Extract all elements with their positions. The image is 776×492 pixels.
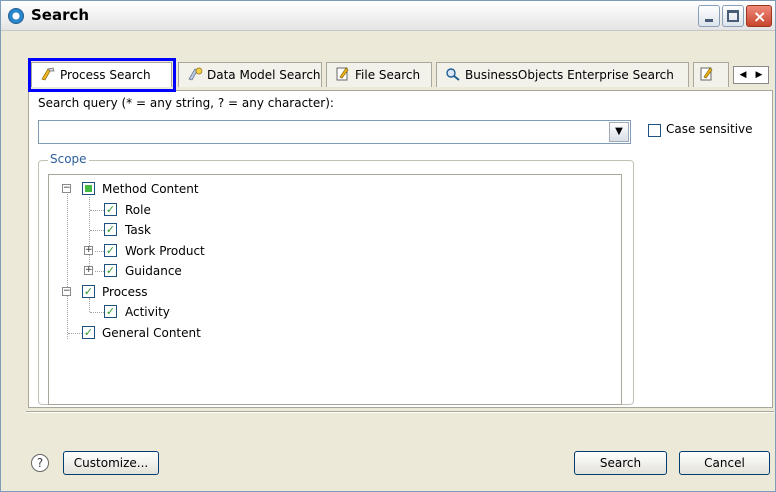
maximize-button[interactable] (722, 5, 744, 27)
case-sensitive-label: Case sensitive (666, 122, 753, 136)
expand-icon[interactable]: + (84, 246, 93, 255)
tab-businessobjects-enterprise-search[interactable]: BusinessObjects Enterprise Search (436, 62, 689, 87)
tree-item-task[interactable]: ✓ Task (104, 221, 224, 239)
search-query-combobox[interactable]: ▼ (38, 120, 631, 144)
collapse-icon[interactable]: − (62, 184, 71, 193)
tab-label: BusinessObjects Enterprise Search (465, 68, 674, 82)
combobox-dropdown-button[interactable]: ▼ (609, 122, 629, 142)
checked-checkbox[interactable]: ✓ (104, 203, 117, 216)
tab-file-search[interactable]: File Search (326, 62, 432, 87)
tab-label: File Search (355, 68, 421, 82)
tree-item-general-content[interactable]: ✓ General Content (82, 324, 242, 342)
checked-checkbox[interactable]: ✓ (82, 326, 95, 339)
title-bar: Search × (1, 1, 775, 31)
tree-label: Guidance (125, 264, 182, 278)
checked-checkbox[interactable]: ✓ (104, 223, 117, 236)
tab-label: Data Model Search (207, 68, 321, 82)
tree-line (90, 230, 104, 231)
tree-line (90, 312, 104, 313)
tree-item-activity[interactable]: ✓ Activity (104, 303, 224, 321)
footer-separator (26, 411, 774, 413)
tree-label: Task (125, 223, 151, 237)
chevron-down-icon: ▼ (615, 126, 623, 137)
checked-checkbox[interactable]: ✓ (104, 244, 117, 257)
tree-line (89, 197, 90, 272)
search-button[interactable]: Search (574, 451, 667, 475)
minimize-button[interactable] (698, 5, 720, 27)
tree-label: General Content (102, 326, 201, 340)
checked-checkbox[interactable]: ✓ (82, 285, 95, 298)
cancel-button[interactable]: Cancel (679, 451, 770, 475)
tree-line (90, 210, 104, 211)
tab-data-model-search[interactable]: Data Model Search (178, 62, 322, 87)
tree-label: Role (125, 203, 151, 217)
tree-label: Process (102, 285, 148, 299)
data-model-search-icon (187, 67, 203, 81)
minimize-icon (705, 19, 713, 22)
close-icon: × (753, 7, 767, 26)
partially-checked-checkbox[interactable] (82, 182, 95, 195)
help-icon[interactable]: ? (31, 454, 49, 472)
tree-item-role[interactable]: ✓ Role (104, 201, 224, 219)
tree-item-work-product[interactable]: + ✓ Work Product (84, 242, 224, 260)
expand-icon[interactable]: + (84, 266, 93, 275)
search-query-label: Search query (* = any string, ? = any ch… (38, 96, 334, 110)
close-button[interactable]: × (746, 5, 772, 27)
tree-label: Work Product (125, 244, 205, 258)
case-sensitive-checkbox[interactable] (648, 124, 661, 137)
tab-scroll-left-icon[interactable]: ◀ (736, 68, 750, 82)
tree-item-process[interactable]: − ✓ Process (62, 283, 202, 301)
window-title: Search (31, 6, 90, 24)
tree-line (68, 333, 82, 334)
tree-item-guidance[interactable]: + ✓ Guidance (84, 262, 224, 280)
search-tab-overflow-icon (699, 67, 715, 81)
magnifier-icon (445, 67, 461, 81)
tree-label: Method Content (102, 182, 199, 196)
tree-label: Activity (125, 305, 170, 319)
process-search-tab-highlight (28, 58, 176, 92)
tab-scroll-controls: ◀ ▶ (733, 66, 769, 84)
checked-checkbox[interactable]: ✓ (104, 305, 117, 318)
scope-legend: Scope (48, 152, 89, 166)
tree-line (67, 194, 68, 339)
file-search-icon (335, 67, 351, 81)
tab-scroll-right-icon[interactable]: ▶ (752, 68, 766, 82)
maximize-icon (727, 10, 739, 22)
collapse-icon[interactable]: − (62, 287, 71, 296)
tab-more[interactable] (693, 62, 729, 87)
tree-item-method-content[interactable]: − Method Content (62, 180, 242, 198)
search-dialog-icon (8, 8, 24, 24)
checked-checkbox[interactable]: ✓ (104, 264, 117, 277)
customize-button[interactable]: Customize... (63, 451, 159, 475)
